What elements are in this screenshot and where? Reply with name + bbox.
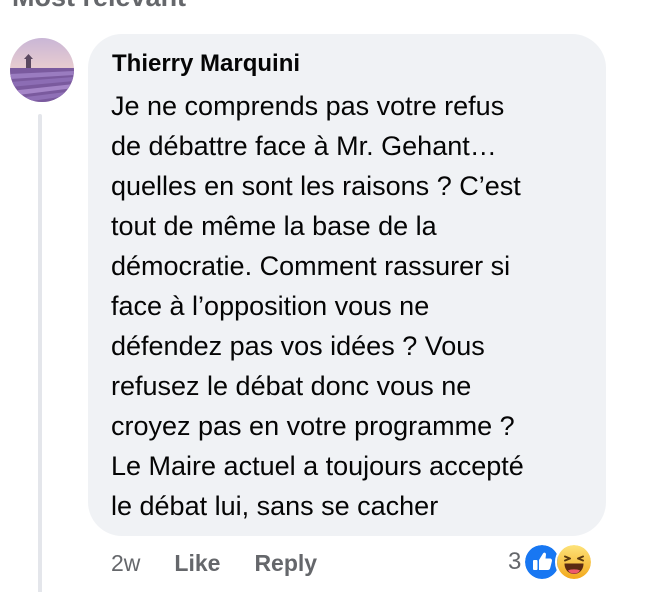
reaction-summary[interactable]: 3 bbox=[508, 542, 594, 582]
reply-button[interactable]: Reply bbox=[254, 550, 317, 577]
comment-text: Je ne comprends pas votre refus de débat… bbox=[111, 91, 524, 521]
thread-line bbox=[38, 114, 42, 592]
comment-view: Most relevant Thierry Marquini bbox=[0, 0, 664, 592]
reaction-count: 3 bbox=[508, 548, 522, 575]
like-button[interactable]: Like bbox=[174, 550, 220, 577]
avatar[interactable] bbox=[10, 38, 74, 102]
comment-actions: 2w Like Reply bbox=[111, 544, 351, 582]
comment-sort-selector[interactable]: Most relevant bbox=[12, 0, 220, 14]
haha-reaction-icon bbox=[555, 543, 594, 581]
comment-bubble: Thierry Marquini Je ne comprends pas vot… bbox=[88, 34, 606, 536]
comment-author[interactable]: Thierry Marquini bbox=[112, 50, 300, 78]
chevron-down-icon bbox=[200, 0, 220, 7]
comment-timestamp[interactable]: 2w bbox=[111, 550, 140, 577]
sort-label: Most relevant bbox=[12, 0, 186, 13]
